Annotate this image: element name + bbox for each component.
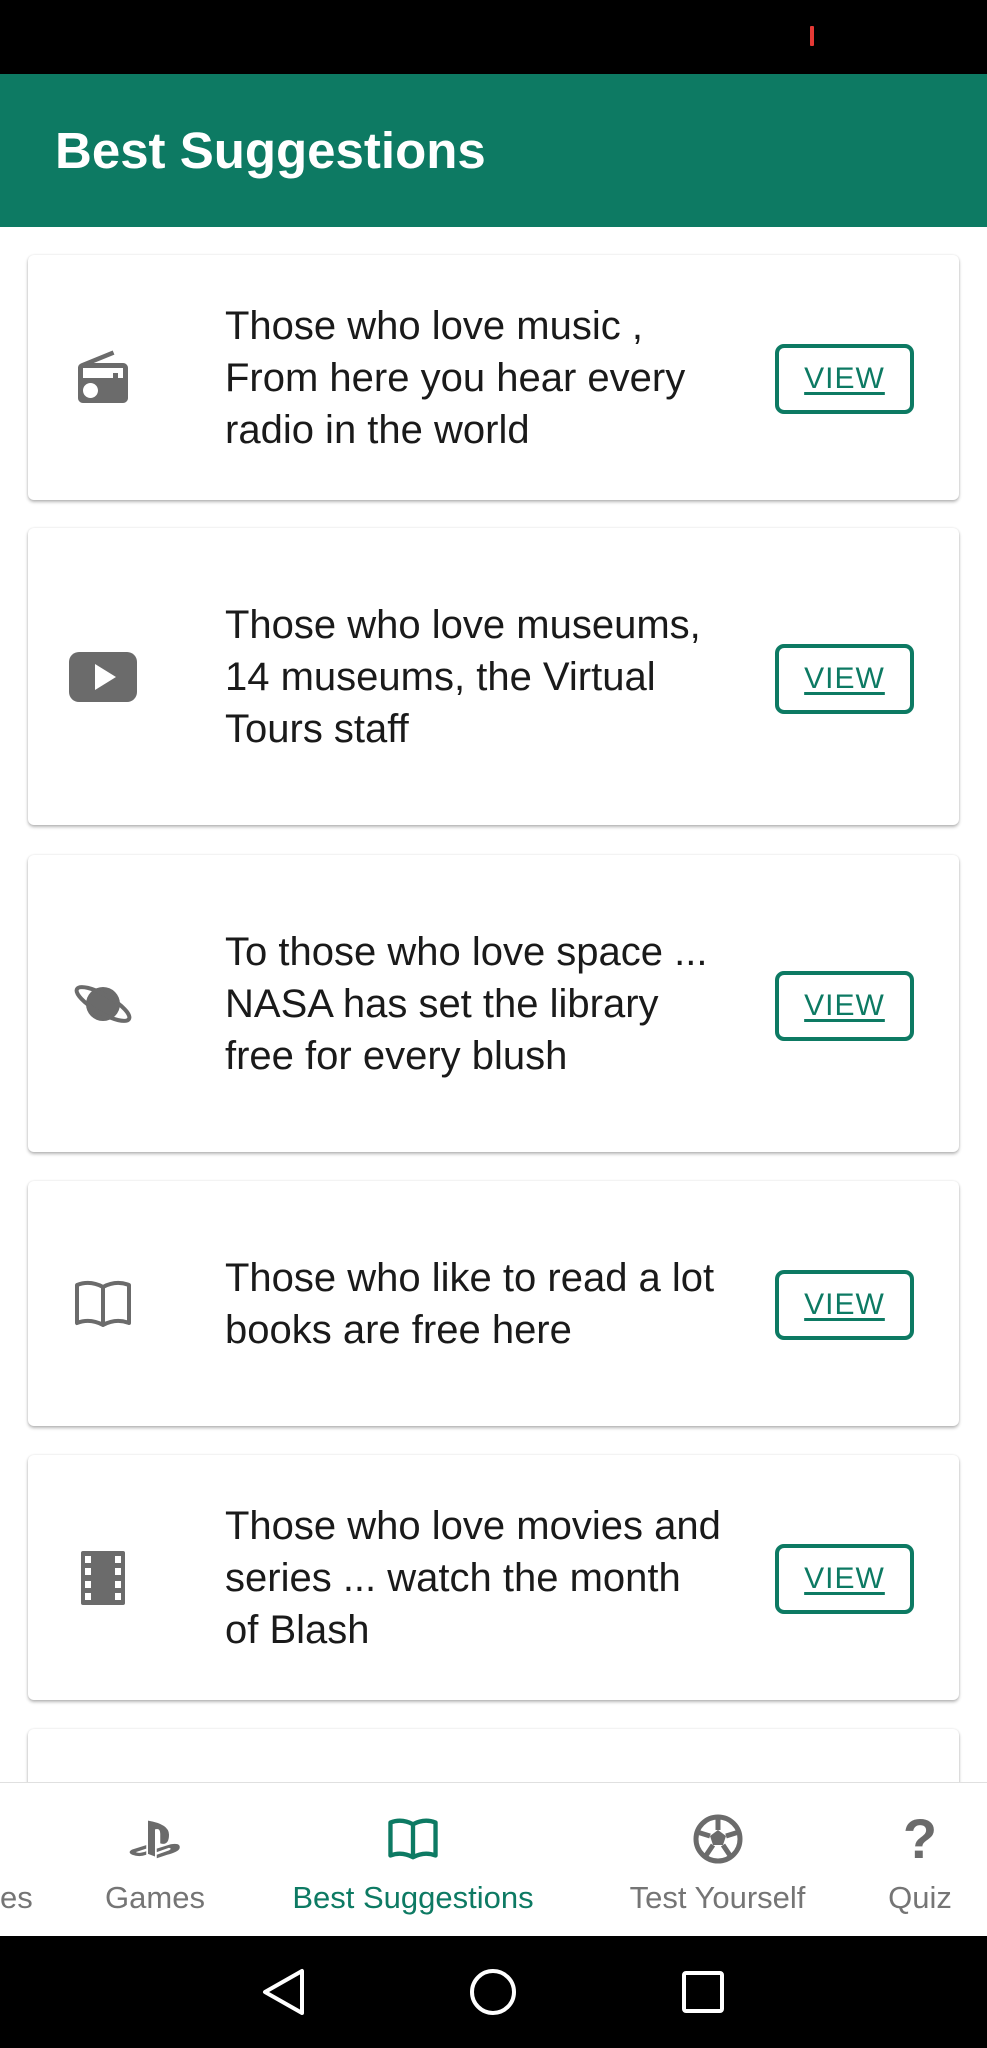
nav-label: Games xyxy=(105,1880,205,1915)
nav-label: Quiz xyxy=(888,1880,952,1915)
soccer-ball-icon xyxy=(690,1811,746,1867)
nav-item-games[interactable]: Games xyxy=(85,1783,225,1937)
view-button[interactable]: VIEW xyxy=(775,1270,914,1340)
status-bar xyxy=(0,0,987,74)
film-icon xyxy=(68,1543,138,1613)
recents-icon[interactable] xyxy=(669,1958,737,2026)
suggestion-text: Those who love museums, 14 museums, the … xyxy=(225,602,701,751)
back-icon[interactable] xyxy=(249,1958,317,2026)
app-bar: Best Suggestions xyxy=(0,74,987,227)
book-icon xyxy=(68,1269,138,1339)
suggestion-card: Those who like to read a lot books are f… xyxy=(28,1181,959,1426)
suggestion-card-partial xyxy=(28,1729,959,1782)
suggestion-text: Those who love music , From here you hea… xyxy=(225,303,686,452)
view-button[interactable]: VIEW xyxy=(775,971,914,1041)
page-title: Best Suggestions xyxy=(55,122,486,179)
view-button[interactable]: VIEW xyxy=(775,644,914,714)
nav-label: Best Suggestions xyxy=(292,1880,534,1915)
suggestion-card: Those who love music , From here you hea… xyxy=(28,255,959,500)
question-mark-icon: ? xyxy=(902,1807,938,1870)
planet-icon xyxy=(68,969,138,1039)
home-icon[interactable] xyxy=(459,1958,527,2026)
system-navigation-bar xyxy=(0,1936,987,2048)
play-video-icon xyxy=(68,642,138,712)
book-icon xyxy=(385,1811,441,1867)
suggestion-card: To those who love space ... NASA has set… xyxy=(28,855,959,1152)
suggestion-card: Those who love movies and series ... wat… xyxy=(28,1455,959,1700)
view-button[interactable]: VIEW xyxy=(775,344,914,414)
nav-item-test-yourself[interactable]: Test Yourself xyxy=(605,1783,830,1937)
nav-label: Test Yourself xyxy=(629,1880,806,1915)
bottom-navigation: es Games Best Suggestions Test Yourself xyxy=(0,1782,987,1937)
nav-item-best-suggestions[interactable]: Best Suggestions xyxy=(268,1783,558,1937)
view-button[interactable]: VIEW xyxy=(775,1544,914,1614)
suggestion-card: Those who love museums, 14 museums, the … xyxy=(28,528,959,825)
recording-indicator xyxy=(810,26,814,46)
nav-item-partial[interactable]: es xyxy=(0,1783,50,1937)
nav-item-quiz[interactable]: ? Quiz xyxy=(870,1783,970,1937)
suggestion-text: To those who love space ... NASA has set… xyxy=(225,929,708,1078)
suggestion-text: Those who like to read a lot books are f… xyxy=(225,1255,715,1352)
playstation-icon xyxy=(127,1811,183,1867)
suggestion-text: Those who love movies and series ... wat… xyxy=(225,1503,721,1652)
nav-label: es xyxy=(0,1880,33,1915)
suggestions-list[interactable]: Those who love music , From here you hea… xyxy=(0,227,987,1782)
radio-icon xyxy=(68,343,138,413)
